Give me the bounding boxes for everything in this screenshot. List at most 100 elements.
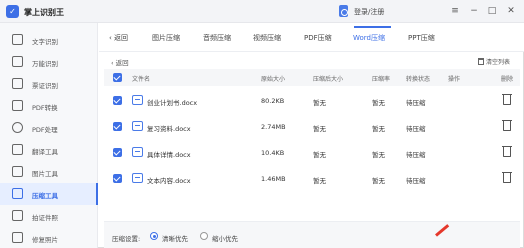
convert-status: 待压缩	[406, 151, 426, 159]
file-name: 具体详情.docx	[147, 151, 191, 159]
word-file-icon	[132, 173, 143, 183]
minimize-icon[interactable]: −	[467, 4, 481, 18]
delete-icon[interactable]	[502, 172, 512, 183]
app-title: 掌上识别王	[24, 8, 64, 17]
file-name: 复习资料.docx	[147, 125, 191, 133]
camera-icon	[12, 56, 23, 67]
compress-ratio: 暂无	[372, 177, 385, 185]
tab-pdf-compress[interactable]: PDF压缩	[304, 33, 332, 43]
compress-icon	[12, 188, 23, 199]
compressed-size: 暂无	[313, 125, 326, 133]
sidebar-item-compress[interactable]: 压缩工具	[0, 183, 98, 205]
sidebar-item-label: 拍证件照	[32, 214, 58, 222]
header-delete: 删除	[501, 76, 514, 83]
id-photo-icon	[12, 210, 23, 221]
tab-image-compress[interactable]: 图片压缩	[152, 33, 180, 43]
sidebar-item-text-recognition[interactable]: 文字识别	[0, 29, 98, 51]
row-checkbox[interactable]	[113, 96, 122, 105]
original-size: 1.46MB	[261, 175, 286, 183]
compressed-size: 暂无	[313, 99, 326, 107]
clear-list-button[interactable]: 清空列表	[478, 57, 510, 66]
convert-status: 待压缩	[406, 177, 426, 185]
list-back-button[interactable]: ‹ 返回	[111, 57, 129, 67]
file-name: 文本内容.docx	[147, 177, 191, 185]
table-row: 复习资料.docx 2.74MB 暂无 暂无 待压缩	[104, 114, 520, 140]
table-header: 文件名 原始大小 压缩后大小 压缩率 转换状态 操作 删除	[104, 69, 520, 86]
close-icon[interactable]: ✕	[504, 4, 518, 18]
compress-ratio: 暂无	[372, 151, 385, 159]
convert-status: 待压缩	[406, 125, 426, 133]
menu-icon[interactable]: ≡	[448, 4, 462, 18]
compressed-size: 暂无	[313, 151, 326, 159]
convert-status: 待压缩	[406, 99, 426, 107]
login-link[interactable]: 登录/注册	[354, 7, 384, 17]
sidebar-item-label: 压缩工具	[32, 192, 58, 200]
sidebar-item-universal-recognition[interactable]: 万能识别	[0, 51, 98, 73]
sidebar-item-label: 图片工具	[32, 170, 58, 178]
sidebar-item-pdf-convert[interactable]: PDF转换	[0, 95, 98, 117]
header-original-size: 原始大小	[261, 76, 286, 83]
tab-video-compress[interactable]: 视频压缩	[253, 33, 281, 43]
settings-label: 压缩设置:	[112, 235, 141, 243]
user-icon[interactable]	[339, 5, 348, 17]
header-filename: 文件名	[132, 76, 151, 83]
ticket-icon	[12, 78, 23, 89]
row-checkbox[interactable]	[113, 148, 122, 157]
photo-repair-icon	[12, 232, 23, 243]
tab-audio-compress[interactable]: 音频压缩	[203, 33, 231, 43]
original-size: 2.74MB	[261, 123, 286, 131]
word-file-icon	[132, 147, 143, 157]
text-recognition-icon	[12, 34, 23, 45]
back-button[interactable]: ‹ 返回	[109, 33, 128, 43]
back-label: 返回	[114, 34, 129, 42]
tab-word-compress[interactable]: Word压缩	[353, 33, 385, 43]
sidebar-item-id-photo[interactable]: 拍证件照	[0, 205, 98, 227]
delete-icon[interactable]	[502, 146, 512, 157]
pdf-convert-icon	[12, 100, 23, 111]
clear-list-label: 清空列表	[486, 59, 511, 66]
compress-settings: 压缩设置: 清晰优先 缩小优先	[104, 221, 520, 248]
table-row: 文本内容.docx 1.46MB 暂无 暂无 待压缩	[104, 166, 520, 192]
sidebar-item-label: PDF转换	[32, 104, 58, 112]
word-file-icon	[132, 95, 143, 105]
compressed-size: 暂无	[313, 177, 326, 185]
table-row: 创业计划书.docx 80.2KB 暂无 暂无 待压缩	[104, 88, 520, 114]
clarity-first-radio[interactable]	[150, 232, 158, 240]
maximize-icon[interactable]: □	[485, 4, 499, 18]
title-bar: ✓ 掌上识别王 登录/注册 ≡ − □ ✕	[0, 0, 524, 23]
sidebar-item-translate[interactable]: 翻译工具	[0, 139, 98, 161]
compress-ratio: 暂无	[372, 99, 385, 107]
table-row: 具体详情.docx 10.4KB 暂无 暂无 待压缩	[104, 140, 520, 166]
header-compressed-size: 压缩后大小	[313, 76, 344, 83]
image-tool-icon	[12, 166, 23, 177]
list-back-label: 返回	[115, 59, 129, 67]
sidebar-item-label: 票证识别	[32, 82, 58, 90]
clarity-first-label[interactable]: 清晰优先	[162, 233, 188, 243]
size-first-radio[interactable]	[200, 232, 208, 240]
header-action: 操作	[448, 76, 461, 83]
header-ratio: 压缩率	[372, 76, 391, 83]
original-size: 80.2KB	[261, 97, 285, 105]
select-all-checkbox[interactable]	[113, 73, 122, 82]
tab-bar: ‹ 返回 图片压缩 音频压缩 视频压缩 PDF压缩 Word压缩 PPT压缩	[99, 23, 524, 52]
tab-ppt-compress[interactable]: PPT压缩	[408, 33, 435, 43]
size-first-label[interactable]: 缩小优先	[212, 233, 238, 243]
compress-ratio: 暂无	[372, 125, 385, 133]
sidebar-item-label: 修复照片	[32, 236, 58, 244]
app-logo-icon: ✓	[6, 5, 19, 18]
original-size: 10.4KB	[261, 149, 285, 157]
active-tab-indicator	[354, 26, 391, 28]
delete-icon[interactable]	[502, 94, 512, 105]
sidebar-item-image-tool[interactable]: 图片工具	[0, 161, 98, 183]
sidebar-item-label: 万能识别	[32, 60, 58, 68]
sidebar-item-pdf-process[interactable]: PDF处理	[0, 117, 98, 139]
sidebar: 文字识别 万能识别 票证识别 PDF转换 PDF处理 翻译工具 图片工具 压缩工…	[0, 23, 98, 248]
row-checkbox[interactable]	[113, 122, 122, 131]
row-checkbox[interactable]	[113, 174, 122, 183]
word-file-icon	[132, 121, 143, 131]
sidebar-item-ticket-recognition[interactable]: 票证识别	[0, 73, 98, 95]
sidebar-item-label: 翻译工具	[32, 148, 58, 156]
delete-icon[interactable]	[502, 120, 512, 131]
sidebar-item-photo-repair[interactable]: 修复照片	[0, 227, 98, 248]
translate-icon	[12, 144, 23, 155]
